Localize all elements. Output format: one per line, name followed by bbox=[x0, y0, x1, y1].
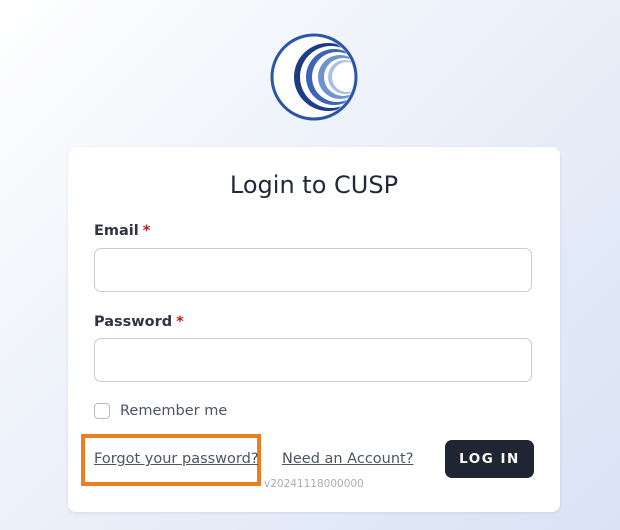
password-label: Password * bbox=[94, 314, 184, 330]
remember-me-label: Remember me bbox=[120, 403, 228, 419]
forgot-password-link[interactable]: Forgot your password? bbox=[94, 451, 259, 467]
need-account-link[interactable]: Need an Account? bbox=[282, 451, 413, 467]
page-title: Login to CUSP bbox=[229, 171, 399, 199]
required-marker: * bbox=[176, 314, 184, 330]
remember-me[interactable]: Remember me bbox=[94, 403, 227, 419]
password-field[interactable] bbox=[94, 338, 532, 382]
login-card: Login to CUSP Email * Password * Remember … bbox=[68, 147, 560, 512]
password-label-text: Password bbox=[94, 314, 173, 330]
email-label: Email * bbox=[94, 223, 150, 239]
email-label-text: Email bbox=[94, 223, 139, 239]
version-text: v20241118000000 bbox=[264, 478, 364, 490]
email-field[interactable] bbox=[94, 248, 532, 292]
cusp-logo-icon bbox=[270, 33, 358, 121]
login-button[interactable]: LOG IN bbox=[445, 440, 534, 478]
required-marker: * bbox=[142, 223, 151, 239]
remember-me-checkbox[interactable] bbox=[94, 403, 110, 419]
